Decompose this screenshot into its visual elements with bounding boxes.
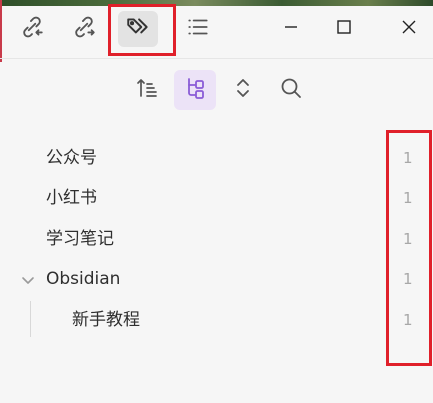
minimize-icon	[283, 19, 299, 39]
tag-tree-icon	[183, 76, 207, 104]
list-icon	[185, 14, 211, 44]
chevrons-up-down-icon	[231, 76, 255, 104]
close-icon	[401, 19, 417, 39]
maximize-icon	[336, 19, 352, 39]
tag-count: 1	[403, 189, 413, 207]
chevron-down-icon[interactable]	[20, 272, 36, 292]
tag-label: 公众号	[46, 148, 97, 168]
toolbar-divider	[0, 58, 433, 59]
tag-count: 1	[403, 230, 413, 248]
outgoing-links-tab[interactable]	[64, 11, 104, 47]
search-button[interactable]	[270, 70, 312, 110]
tag-row[interactable]: Obsidian 1	[0, 259, 433, 299]
collapse-all-button[interactable]	[222, 70, 264, 110]
search-icon	[279, 76, 303, 104]
tags-icon	[125, 14, 151, 44]
tag-label: 学习笔记	[46, 229, 114, 249]
tag-count: 1	[403, 311, 413, 329]
tag-row[interactable]: 公众号 1	[0, 138, 433, 178]
link-out-icon	[71, 14, 97, 44]
tag-label: Obsidian	[46, 269, 121, 289]
tag-label: 小红书	[46, 188, 97, 208]
sort-button[interactable]	[126, 70, 168, 110]
backlinks-tab[interactable]	[12, 11, 52, 47]
sort-ascending-icon	[135, 76, 159, 104]
tag-count: 1	[403, 149, 413, 167]
link-in-icon	[19, 14, 45, 44]
nested-tags-button[interactable]	[174, 70, 216, 110]
minimize-button[interactable]	[269, 10, 313, 48]
sidebar-tab-bar	[0, 6, 433, 58]
outline-tab[interactable]	[178, 11, 218, 47]
close-button[interactable]	[387, 10, 431, 48]
tag-row[interactable]: 学习笔记 1	[0, 219, 433, 259]
tag-pane-nav	[0, 70, 433, 112]
tree-indent-guide	[30, 301, 31, 337]
tags-tab[interactable]	[118, 11, 158, 47]
tag-label: 新手教程	[72, 310, 140, 330]
tag-row[interactable]: 小红书 1	[0, 178, 433, 218]
maximize-button[interactable]	[322, 10, 366, 48]
tag-row[interactable]: 新手教程 1	[0, 300, 433, 340]
tag-count: 1	[403, 270, 413, 288]
